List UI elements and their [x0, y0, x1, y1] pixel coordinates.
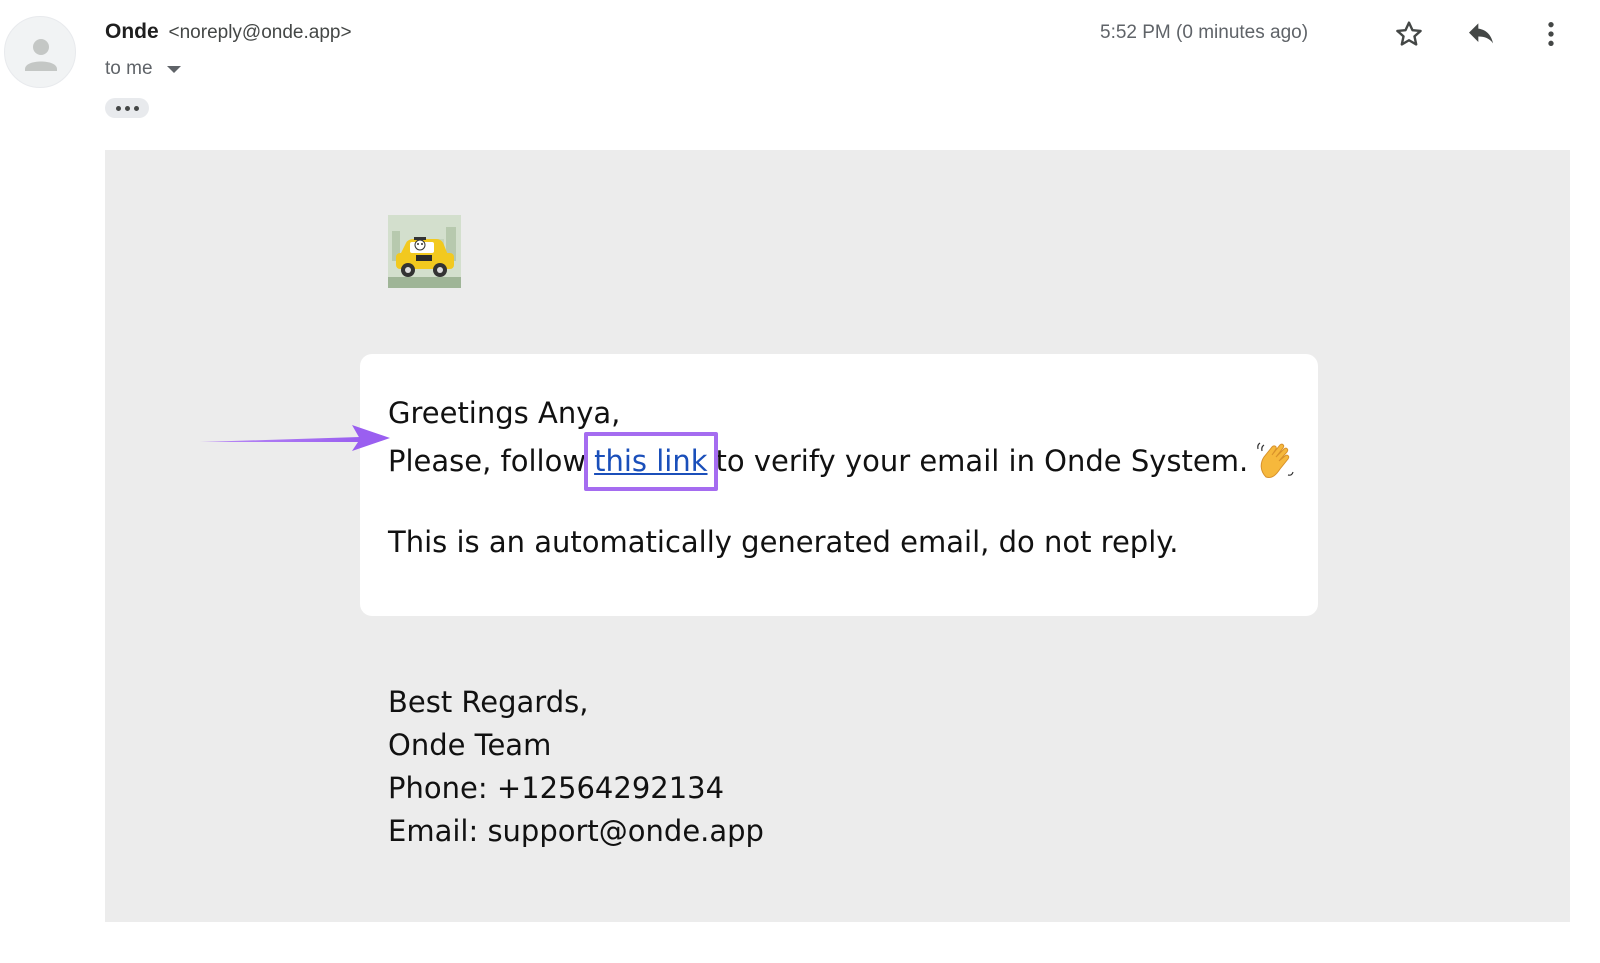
sender-email: <noreply@onde.app>: [168, 22, 352, 43]
star-icon: [1396, 21, 1422, 46]
email-timestamp: 5:52 PM (0 minutes ago): [1100, 22, 1309, 43]
dot-icon: [115, 105, 121, 111]
recipient-dropdown[interactable]: to me: [105, 58, 181, 80]
message-card: Greetings Anya, Please, follow this link…: [360, 354, 1318, 616]
verify-link-label: this link: [594, 444, 708, 478]
more-vert-icon: [1548, 22, 1554, 46]
star-button[interactable]: [1389, 14, 1429, 54]
verify-prefix: Please, follow: [388, 444, 587, 478]
recipient-label: to me: [105, 58, 153, 79]
show-trimmed-content-button[interactable]: [105, 98, 149, 118]
greeting-text: Greetings Anya,: [388, 396, 621, 430]
reply-button[interactable]: [1461, 14, 1501, 54]
taxi-logo-icon: [388, 215, 461, 288]
auto-generated-notice: This is an automatically generated email…: [388, 525, 1179, 559]
onde-logo: [388, 215, 461, 288]
signature-phone: Phone: +12564292134: [388, 771, 725, 805]
verify-email-link[interactable]: this link: [584, 432, 718, 491]
chevron-down-icon: [166, 65, 181, 73]
email-body: Greetings Anya, Please, follow this link…: [105, 150, 1570, 922]
signature-closing: Best Regards,: [388, 685, 589, 719]
signature-email: Email: support@onde.app: [388, 814, 764, 848]
more-options-button[interactable]: [1531, 14, 1571, 54]
sender-avatar[interactable]: [4, 16, 76, 88]
sender-name[interactable]: Onde: [105, 20, 159, 43]
reply-icon: [1469, 23, 1493, 44]
signature-team: Onde Team: [388, 728, 552, 762]
avatar-icon: [25, 39, 57, 71]
verify-line: Please, follow this link to verify your …: [388, 432, 1296, 491]
dot-icon: [133, 105, 139, 111]
verify-suffix: to verify your email in Onde System.: [715, 444, 1249, 478]
dot-icon: [124, 105, 130, 111]
waving-hand-icon: [1257, 442, 1294, 478]
sender-line: Onde <noreply@onde.app>: [105, 20, 352, 44]
